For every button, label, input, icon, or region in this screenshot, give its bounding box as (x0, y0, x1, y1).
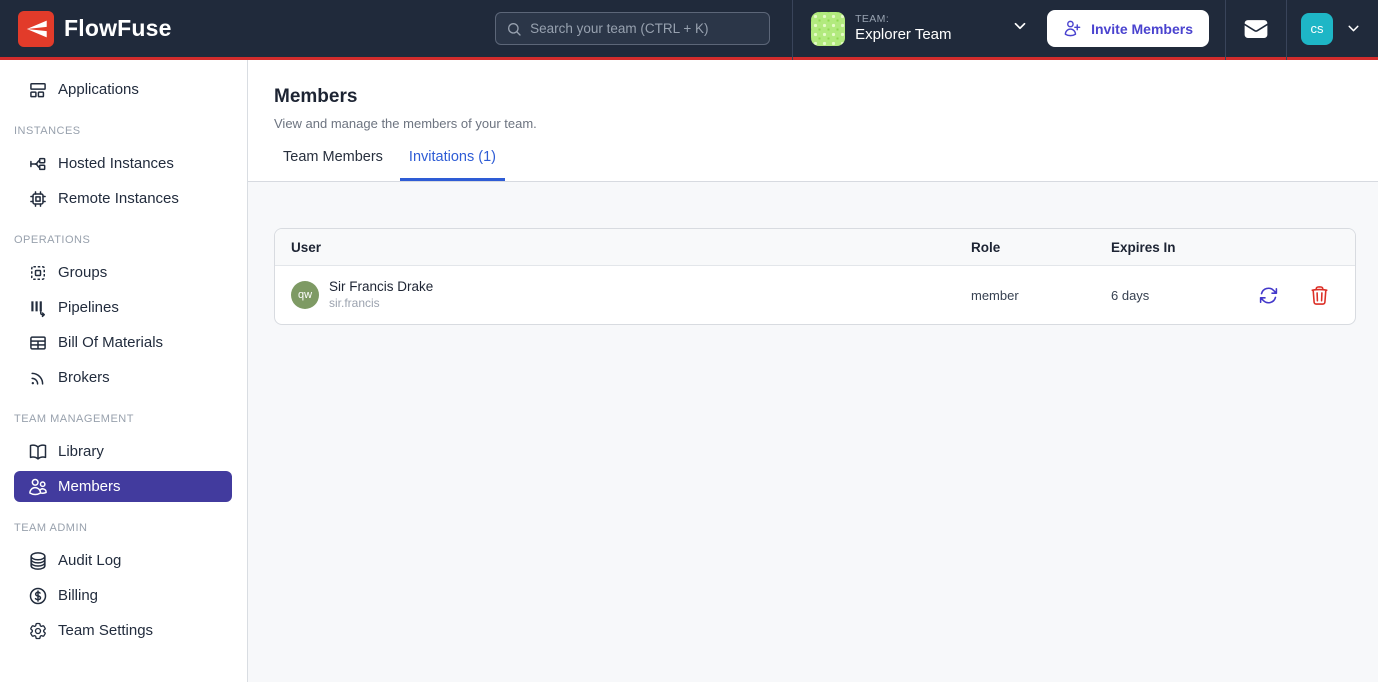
invite-members-label: Invite Members (1091, 21, 1193, 37)
resend-invitation-button[interactable] (1258, 285, 1279, 306)
team-selector[interactable]: TEAM: Explorer Team (793, 0, 1047, 57)
sidebar-item-label: Billing (58, 587, 98, 604)
sidebar-item-label: Pipelines (58, 299, 119, 316)
library-icon (28, 442, 48, 462)
sidebar-item-label: Groups (58, 264, 107, 281)
team-label: TEAM: (855, 13, 951, 26)
sidebar-section-instances: INSTANCES (0, 125, 247, 137)
sidebar-item-bill-of-materials[interactable]: Bill Of Materials (14, 327, 232, 358)
invitation-actions (1245, 285, 1355, 306)
members-icon (28, 477, 48, 497)
sidebar-item-brokers[interactable]: Brokers (14, 362, 232, 393)
sidebar-item-label: Remote Instances (58, 190, 179, 207)
flowfuse-logo-icon (18, 11, 54, 47)
billing-icon (28, 586, 48, 606)
invitee-role: member (955, 288, 1095, 303)
column-header-role: Role (955, 240, 1095, 255)
sidebar: Applications INSTANCES Hosted Instances … (0, 60, 248, 682)
search-input[interactable] (530, 21, 759, 36)
brand-logo[interactable]: FlowFuse (18, 11, 172, 47)
sidebar-item-library[interactable]: Library (14, 436, 232, 467)
hosted-instances-icon (28, 154, 48, 174)
sidebar-item-hosted-instances[interactable]: Hosted Instances (14, 148, 232, 179)
sidebar-item-label: Bill Of Materials (58, 334, 163, 351)
invitations-table: User Role Expires In qw Sir Francis Drak… (274, 228, 1356, 325)
sidebar-item-label: Audit Log (58, 552, 121, 569)
team-name: Explorer Team (855, 26, 951, 45)
sidebar-item-label: Applications (58, 81, 139, 98)
envelope-icon (1243, 16, 1269, 42)
sidebar-item-label: Library (58, 443, 104, 460)
team-avatar (811, 12, 845, 46)
invitee-username: sir.francis (329, 296, 433, 312)
groups-icon (28, 263, 48, 283)
sidebar-item-billing[interactable]: Billing (14, 580, 232, 611)
delete-invitation-button[interactable] (1309, 285, 1330, 306)
avatar: qw (291, 281, 319, 309)
page-subtitle: View and manage the members of your team… (274, 116, 1352, 131)
brokers-icon (28, 368, 48, 388)
chevron-down-icon (1011, 17, 1029, 40)
members-header: Members View and manage the members of y… (248, 60, 1378, 182)
tab-team-members[interactable]: Team Members (274, 149, 392, 181)
invite-members-button[interactable]: Invite Members (1047, 10, 1209, 47)
page-title: Members (274, 86, 1352, 108)
column-header-user: User (275, 240, 955, 255)
column-header-expires-in: Expires In (1095, 240, 1245, 255)
invitee-user-cell: qw Sir Francis Drake sir.francis (275, 278, 955, 311)
remote-instances-icon (28, 189, 48, 209)
sidebar-item-label: Hosted Instances (58, 155, 174, 172)
table-row[interactable]: qw Sir Francis Drake sir.francis member … (275, 266, 1355, 324)
sidebar-item-remote-instances[interactable]: Remote Instances (14, 183, 232, 214)
team-settings-icon (28, 621, 48, 641)
sidebar-item-audit-log[interactable]: Audit Log (14, 545, 232, 576)
members-tabs: Team Members Invitations (1) (274, 149, 1352, 181)
sidebar-item-pipelines[interactable]: Pipelines (14, 292, 232, 323)
sidebar-section-team-management: TEAM MANAGEMENT (0, 413, 247, 425)
search-icon (506, 21, 522, 37)
invitee-name: Sir Francis Drake (329, 278, 433, 296)
user-plus-icon (1063, 19, 1082, 38)
invitation-expires-in: 6 days (1095, 288, 1245, 303)
sidebar-section-team-admin: TEAM ADMIN (0, 522, 247, 534)
invitations-panel: User Role Expires In qw Sir Francis Drak… (248, 182, 1378, 682)
refresh-icon (1258, 285, 1279, 306)
audit-log-icon (28, 551, 48, 571)
table-header-row: User Role Expires In (275, 229, 1355, 266)
sidebar-item-team-settings[interactable]: Team Settings (14, 615, 232, 646)
sidebar-item-applications[interactable]: Applications (14, 74, 232, 105)
tab-invitations[interactable]: Invitations (1) (400, 149, 505, 181)
sidebar-item-groups[interactable]: Groups (14, 257, 232, 288)
pipelines-icon (28, 298, 48, 318)
brand-name: FlowFuse (64, 15, 172, 42)
invitations-mail-button[interactable] (1226, 0, 1286, 57)
applications-icon (28, 80, 48, 100)
bill-of-materials-icon (28, 333, 48, 353)
sidebar-item-label: Members (58, 478, 121, 495)
team-search[interactable] (495, 12, 770, 45)
sidebar-item-label: Brokers (58, 369, 110, 386)
main-content: Members View and manage the members of y… (248, 60, 1378, 682)
sidebar-item-label: Team Settings (58, 622, 153, 639)
user-menu[interactable]: cs (1287, 0, 1378, 57)
chevron-down-icon (1345, 20, 1362, 37)
sidebar-section-operations: OPERATIONS (0, 234, 247, 246)
sidebar-item-members[interactable]: Members (14, 471, 232, 502)
user-avatar: cs (1301, 13, 1333, 45)
trash-icon (1309, 285, 1330, 306)
top-navbar: FlowFuse TEAM: Explorer Team Invite Memb… (0, 0, 1378, 60)
